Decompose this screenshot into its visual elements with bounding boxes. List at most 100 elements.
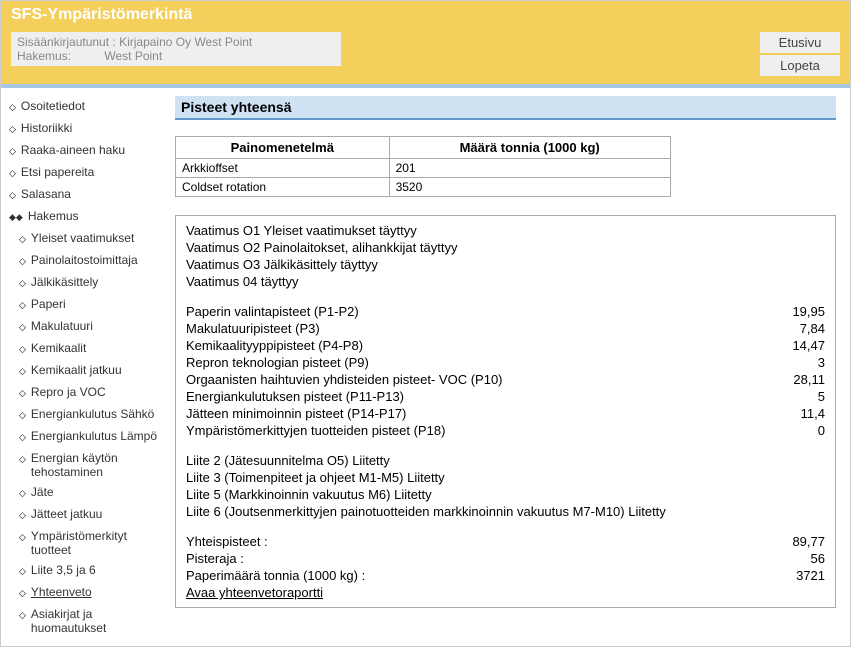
- sidebar-item[interactable]: Energiankulutus Lämpö: [7, 426, 165, 448]
- diamond-open-icon: [19, 451, 26, 467]
- sidebar-item[interactable]: Makulatuuri: [7, 316, 165, 338]
- sidebar-item[interactable]: Etsi papereita: [7, 162, 165, 184]
- sidebar-item[interactable]: Jätteet jatkuu: [7, 504, 165, 526]
- sidebar-item[interactable]: Raaka-aineen haku: [7, 140, 165, 162]
- score-row: Pisteraja : 56: [186, 550, 825, 567]
- score-label: Paperin valintapisteet (P1-P2): [186, 303, 359, 320]
- diamond-open-icon: [9, 165, 16, 181]
- quit-button[interactable]: Lopeta: [760, 55, 840, 76]
- score-value: 3: [818, 354, 825, 371]
- sidebar-item[interactable]: Asiakirjat ja huomautukset: [7, 604, 165, 638]
- home-button[interactable]: Etusivu: [760, 32, 840, 53]
- score-label: Paperimäärä tonnia (1000 kg) :: [186, 567, 365, 584]
- spacer: [186, 290, 825, 303]
- sidebar-item[interactable]: Ympäristömerkityt tuotteet: [7, 526, 165, 560]
- header: SFS-Ympäristömerkintä Sisäänkirjautunut …: [1, 1, 850, 84]
- sidebar-item[interactable]: Painolaitostoimittaja: [7, 250, 165, 272]
- table-row: Arkkioffset201: [176, 159, 671, 178]
- login-info: Sisäänkirjautunut : Kirjapaino Oy West P…: [11, 32, 341, 66]
- logged-in-value: Kirjapaino Oy West Point: [119, 35, 252, 49]
- diamond-open-icon: [19, 529, 26, 545]
- sidebar-item-label: Hakemus: [28, 209, 79, 223]
- sidebar-item-label: Yleiset vaatimukset: [31, 231, 134, 245]
- diamond-open-icon: [19, 341, 26, 357]
- score-label: Orgaanisten haihtuvien yhdisteiden piste…: [186, 371, 503, 388]
- sidebar-item[interactable]: ◆Hakemus: [7, 206, 165, 228]
- score-row: Ympäristömerkittyjen tuotteiden pisteet …: [186, 422, 825, 439]
- sidebar-item[interactable]: Kemikaalit: [7, 338, 165, 360]
- sidebar-item-label: Jälkikäsittely: [31, 275, 98, 289]
- sidebar-item-label: Jäte: [31, 485, 54, 499]
- score-label: Repron teknologian pisteet (P9): [186, 354, 369, 371]
- score-row: Kemikaalityyppipisteet (P4-P8) 14,47: [186, 337, 825, 354]
- table-row: Coldset rotation3520: [176, 178, 671, 197]
- sidebar-item-label: Energiankulutus Lämpö: [31, 429, 157, 443]
- sidebar: Osoitetiedot Historiikki Raaka-aineen haku…: [7, 96, 165, 638]
- sidebar-item[interactable]: Energiankulutus Sähkö: [7, 404, 165, 426]
- sidebar-item[interactable]: Paperi: [7, 294, 165, 316]
- score-value: 89,77: [792, 533, 825, 550]
- spacer: [186, 439, 825, 452]
- score-row: Makulatuuripisteet (P3)7,84: [186, 320, 825, 337]
- sidebar-item[interactable]: Jälkikäsittely: [7, 272, 165, 294]
- sidebar-item[interactable]: Historiikki: [7, 118, 165, 140]
- diamond-open-icon: [9, 121, 16, 137]
- page-title: Pisteet yhteensä: [175, 96, 836, 120]
- open-summary-report-link[interactable]: Avaa yhteenvetoraportti: [186, 584, 323, 601]
- score-value: 11,4: [801, 405, 825, 422]
- sidebar-item-label: Jätteet jatkuu: [31, 507, 102, 521]
- score-label: Yhteispisteet :: [186, 533, 268, 550]
- sidebar-item-label: Repro ja VOC: [31, 385, 106, 399]
- sidebar-item-label: Yhteenveto: [31, 585, 92, 599]
- text-line: Liite 6 (Joutsenmerkittyjen painotuottei…: [186, 503, 825, 520]
- diamond-open-icon: [19, 253, 26, 269]
- diamond-open-icon: [19, 485, 26, 501]
- sidebar-item-label: Makulatuuri: [31, 319, 93, 333]
- score-value: 56: [811, 550, 825, 567]
- sidebar-item-label: Historiikki: [21, 121, 72, 135]
- sidebar-item[interactable]: Repro ja VOC: [7, 382, 165, 404]
- sidebar-item[interactable]: Yleiset vaatimukset: [7, 228, 165, 250]
- score-label: Pisteraja :: [186, 550, 244, 567]
- diamond-open-icon: [9, 99, 16, 115]
- diamond-open-icon: [19, 319, 26, 335]
- sidebar-item-label: Kemikaalit jatkuu: [31, 363, 122, 377]
- sidebar-item-label: Ympäristömerkityt tuotteet: [31, 529, 163, 557]
- score-value: 14,47: [792, 337, 825, 354]
- col-method: Painomenetelmä: [176, 137, 390, 159]
- sidebar-item[interactable]: Kemikaalit jatkuu: [7, 360, 165, 382]
- score-row: Energiankulutuksen pisteet (P11-P13)5: [186, 388, 825, 405]
- sidebar-item[interactable]: Liite 3,5 ja 6: [7, 560, 165, 582]
- diamond-open-icon: [19, 407, 26, 423]
- sidebar-item[interactable]: Salasana: [7, 184, 165, 206]
- diamond-open-icon: [19, 429, 26, 445]
- sidebar-item[interactable]: Jäte: [7, 482, 165, 504]
- diamond-open-icon: [9, 187, 16, 203]
- score-row: Jätteen minimoinnin pisteet (P14-P17)11,…: [186, 405, 825, 422]
- sidebar-item-label: Kemikaalit: [31, 341, 86, 355]
- sidebar-item[interactable]: Energian käytön tehostaminen: [7, 448, 165, 482]
- cell-amount: 3520: [389, 178, 670, 197]
- sidebar-item-label: Salasana: [21, 187, 71, 201]
- diamond-open-icon: [19, 297, 26, 313]
- diamond-open-icon: [9, 143, 16, 159]
- score-label: Energiankulutuksen pisteet (P11-P13): [186, 388, 404, 405]
- score-value: 19,95: [792, 303, 825, 320]
- sidebar-item[interactable]: Yhteenveto: [7, 582, 165, 604]
- text-line: Vaatimus 04 täyttyy: [186, 273, 825, 290]
- diamond-open-icon: [19, 563, 26, 579]
- summary-box: Vaatimus O1 Yleiset vaatimukset täyttyy V…: [175, 215, 836, 608]
- application-value: West Point: [104, 49, 162, 63]
- spacer: [186, 520, 825, 533]
- score-label: Kemikaalityyppipisteet (P4-P8): [186, 337, 363, 354]
- sidebar-item-label: Energiankulutus Sähkö: [31, 407, 154, 421]
- diamond-open-icon: [19, 385, 26, 401]
- cell-method: Coldset rotation: [176, 178, 390, 197]
- sidebar-item[interactable]: Osoitetiedot: [7, 96, 165, 118]
- sidebar-item-label: Painolaitostoimittaja: [31, 253, 138, 267]
- text-line: Vaatimus O1 Yleiset vaatimukset täyttyy: [186, 222, 825, 239]
- text-line: Vaatimus O3 Jälkikäsittely täyttyy: [186, 256, 825, 273]
- sidebar-item-label: Osoitetiedot: [21, 99, 85, 113]
- cell-method: Arkkioffset: [176, 159, 390, 178]
- diamond-open-icon: [19, 231, 26, 247]
